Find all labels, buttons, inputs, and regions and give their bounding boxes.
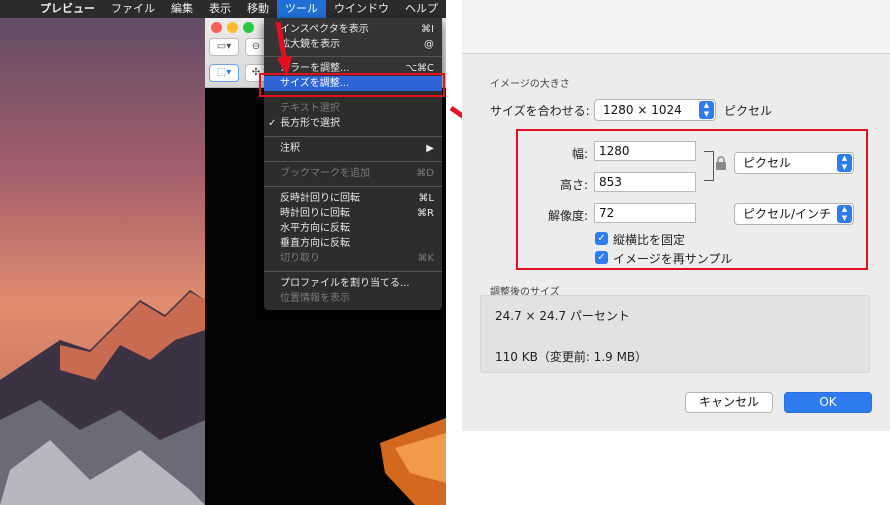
stepper-icon: ▲ ▼ [699, 101, 714, 119]
menu-separator [264, 161, 442, 162]
menu-separator [264, 186, 442, 187]
fit-into-popup[interactable]: 1280 × 1024 ▲ ▼ [594, 99, 716, 121]
fit-into-label: サイズを合わせる: [490, 104, 590, 118]
menu-item-crop[interactable]: 切り取り ⌘K [264, 251, 442, 266]
result-file-size: 110 KB（変更前: 1.9 MB） [495, 350, 648, 364]
menu-item-rotate-left[interactable]: 反時計回りに回転 ⌘L [264, 191, 442, 206]
menu-help[interactable]: ヘルプ [397, 0, 446, 18]
menu-item-rectangular-selection[interactable]: ✓ 長方形で選択 [264, 116, 442, 131]
menu-item-show-location[interactable]: 位置情報を表示 [264, 291, 442, 306]
menu-item-shortcut: ⌘L [418, 193, 434, 204]
dialog-header-area [462, 0, 890, 54]
menu-item-label: 注釈 [280, 143, 300, 154]
menu-item-label: プロファイルを割り当てる... [280, 278, 410, 289]
rect-select-icon[interactable]: ⬚▾ [209, 64, 239, 82]
red-arrow-icon [275, 22, 292, 77]
menu-item-shortcut: ⌘D [416, 168, 434, 179]
menu-item-label: 位置情報を表示 [280, 293, 350, 304]
sidebar-toggle-icon[interactable]: ▭▾ [209, 38, 239, 56]
minimize-button[interactable] [227, 22, 238, 33]
menu-item-add-bookmark[interactable]: ブックマークを追加 ⌘D [264, 166, 442, 181]
menu-edit[interactable]: 編集 [163, 0, 201, 18]
menu-view[interactable]: 表示 [201, 0, 239, 18]
menu-app-name[interactable]: プレビュー [32, 0, 103, 18]
submenu-arrow-icon: ▶ [426, 143, 434, 154]
menu-item-label: ブックマークを追加 [280, 168, 370, 179]
fit-into-unit: ピクセル [724, 104, 773, 118]
menu-go[interactable]: 移動 [239, 0, 277, 18]
apple-menu-icon[interactable] [0, 0, 32, 18]
menu-window[interactable]: ウインドウ [326, 0, 397, 18]
menu-item-annotate[interactable]: 注釈 ▶ [264, 141, 442, 156]
fit-into-value: 1280 × 1024 [603, 103, 682, 117]
menu-item-label: 垂直方向に反転 [280, 238, 350, 249]
menu-tools[interactable]: ツール [277, 0, 326, 18]
ok-button[interactable]: OK [784, 392, 872, 413]
menu-item-shortcut: ⌘K [417, 253, 434, 264]
menu-item-label: 切り取り [280, 253, 320, 264]
menu-item-assign-profile[interactable]: プロファイルを割り当てる... [264, 276, 442, 291]
preview-screen: ▭▾ ⊖ ⬚▾ ✣ プレビュー ファイル 編集 表示 移動 ツール ウインドウ … [0, 0, 446, 505]
menu-item-label: 時計回りに回転 [280, 208, 350, 219]
menu-item-label: 水平方向に反転 [280, 223, 350, 234]
menu-item-label: テキスト選択 [280, 103, 340, 114]
checkmark-icon: ✓ [268, 118, 277, 129]
zoom-button[interactable] [243, 22, 254, 33]
image-size-caption: イメージの大きさ [490, 79, 570, 90]
menu-item-label: 長方形で選択 [280, 118, 340, 129]
menu-item-shortcut: ⌘I [421, 24, 434, 35]
menu-item-text-selection[interactable]: テキスト選択 [264, 101, 442, 116]
highlight-box-dialog [516, 129, 868, 270]
menu-file[interactable]: ファイル [103, 0, 163, 18]
menu-item-shortcut: ⌘R [417, 208, 434, 219]
menu-item-label: 反時計回りに回転 [280, 193, 360, 204]
close-button[interactable] [211, 22, 222, 33]
cancel-button[interactable]: キャンセル [685, 392, 773, 413]
result-percent: 24.7 × 24.7 パーセント [495, 309, 630, 323]
menu-item-flip-vertical[interactable]: 垂直方向に反転 [264, 236, 442, 251]
menu-separator [264, 271, 442, 272]
menu-separator [264, 136, 442, 137]
menu-item-shortcut: @ [424, 39, 434, 50]
menu-item-rotate-right[interactable]: 時計回りに回転 ⌘R [264, 206, 442, 221]
menu-item-flip-horizontal[interactable]: 水平方向に反転 [264, 221, 442, 236]
menu-bar: プレビュー ファイル 編集 表示 移動 ツール ウインドウ ヘルプ [0, 0, 446, 18]
